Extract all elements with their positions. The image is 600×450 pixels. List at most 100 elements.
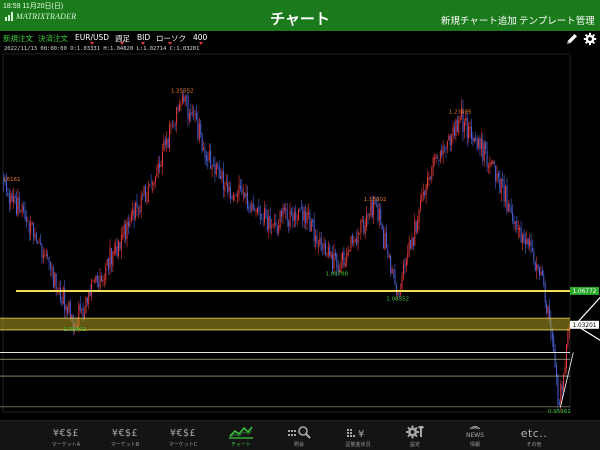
candle-body <box>205 155 207 161</box>
candle-body <box>445 147 447 150</box>
nav-market-c[interactable]: ¥€$£ マーケットC <box>152 421 214 450</box>
candle-body <box>203 147 205 150</box>
nav-market-a[interactable]: ¥€$£ マーケットA <box>35 421 97 450</box>
logo-bars-icon <box>5 12 14 21</box>
candle-body <box>398 293 400 294</box>
candle-body <box>110 248 112 265</box>
candle-body <box>269 215 271 228</box>
swing-price-label: 1.03402 <box>63 327 86 333</box>
candle-body <box>453 127 455 137</box>
candle-body <box>544 284 546 303</box>
candle-body <box>143 186 145 195</box>
candle-body <box>37 242 39 244</box>
candle-body <box>34 234 36 238</box>
nav-chart[interactable]: チャート <box>210 421 272 450</box>
candle-body <box>169 124 171 148</box>
candle-body <box>487 166 489 168</box>
symbol-selector[interactable]: EUR/USD <box>75 33 109 42</box>
candle-body <box>288 222 290 226</box>
candle-body <box>557 374 559 404</box>
candle-body <box>337 266 339 271</box>
candle-body <box>119 242 121 249</box>
candle-body <box>23 206 25 211</box>
candle-body <box>136 202 138 208</box>
candle-body <box>20 210 22 211</box>
candle-body <box>68 301 70 312</box>
candle-body <box>336 254 338 268</box>
new-order-button[interactable]: 新規注文 <box>3 33 33 44</box>
candle-body <box>486 150 488 167</box>
candle-body <box>79 304 81 311</box>
candle-body <box>52 267 54 287</box>
candle-body <box>153 183 155 185</box>
bottom-nav: ¥€$£ マーケットA ¥€$£ マーケットB ¥€$£ マーケットC チャート <box>0 420 600 450</box>
candle-body <box>496 173 498 181</box>
swing-price-label: 1.15002 <box>364 197 387 203</box>
candle-body <box>228 186 230 192</box>
app-logo: MATRIXTRADER <box>5 12 76 21</box>
candle-body <box>197 119 199 139</box>
candle-body <box>319 238 321 244</box>
projection-line-up[interactable] <box>574 294 600 326</box>
candle-body <box>473 138 475 142</box>
candle-body <box>8 196 10 204</box>
nav-margin-status[interactable]: ¥ 証拠金状況 <box>327 421 389 450</box>
add-chart-button[interactable]: 新規チャート追加 <box>441 13 517 27</box>
candle-body <box>224 185 226 192</box>
candle-body <box>564 367 566 374</box>
candle-body <box>248 205 250 211</box>
candle-body <box>402 264 404 277</box>
template-manager-button[interactable]: テンプレート管理 <box>519 13 595 27</box>
nav-news[interactable]: NEWS 情報 <box>444 421 506 450</box>
price-chart[interactable]: 1.03402 1.25552 1.08788 1.15002 1.06352 1.234… <box>0 52 600 420</box>
candle-body <box>429 177 431 180</box>
nav-settings[interactable]: 設定 <box>384 421 446 450</box>
candle-body <box>152 183 154 185</box>
candle-body <box>470 126 472 140</box>
nav-etc[interactable]: etc.. その他 <box>503 421 565 450</box>
candle-body <box>390 255 392 274</box>
nav-inquiry[interactable]: 照会 <box>268 421 330 450</box>
candle-body <box>333 252 335 268</box>
candle-body <box>546 303 548 314</box>
candle-body <box>299 209 301 210</box>
candle-body <box>543 275 545 285</box>
nav-market-b[interactable]: ¥€$£ マーケットB <box>94 421 156 450</box>
candle-body <box>449 136 451 146</box>
candle-body <box>285 208 287 211</box>
candle-body <box>14 195 16 198</box>
candle-body <box>472 137 474 142</box>
swing-price-label: 1.25552 <box>171 89 194 95</box>
candle-body <box>378 209 380 221</box>
candle-body <box>259 213 261 220</box>
candle-body <box>163 140 165 152</box>
candle-body <box>427 177 429 187</box>
candle-body <box>563 374 565 392</box>
pencil-icon[interactable] <box>565 31 579 45</box>
candle-body <box>283 207 285 211</box>
bar-count-selector[interactable]: 400 <box>193 33 207 42</box>
price-side-selector[interactable]: BID <box>137 33 150 42</box>
candle-body <box>478 138 480 148</box>
candle-body <box>99 275 101 288</box>
candle-body <box>421 194 423 202</box>
candle-body <box>558 402 560 406</box>
candle-body <box>234 194 236 196</box>
gear-icon[interactable] <box>583 31 597 46</box>
candle-body <box>431 167 433 179</box>
candle-body <box>264 208 266 223</box>
status-date: 11月20日(日) <box>22 3 64 10</box>
settle-order-button[interactable]: 決済注文 <box>38 33 68 44</box>
candle-body <box>142 194 144 197</box>
candle-body <box>514 221 516 224</box>
candle-body <box>459 116 461 123</box>
currency-icon: ¥€$£ <box>111 428 139 439</box>
candle-body <box>48 257 50 263</box>
candle-body <box>276 227 278 234</box>
candle-body <box>329 247 331 257</box>
candle-body <box>438 159 440 161</box>
candle-body <box>497 173 499 178</box>
chart-type-caret-icon <box>168 42 172 45</box>
candle-body <box>469 127 471 129</box>
candle-body <box>364 225 366 235</box>
